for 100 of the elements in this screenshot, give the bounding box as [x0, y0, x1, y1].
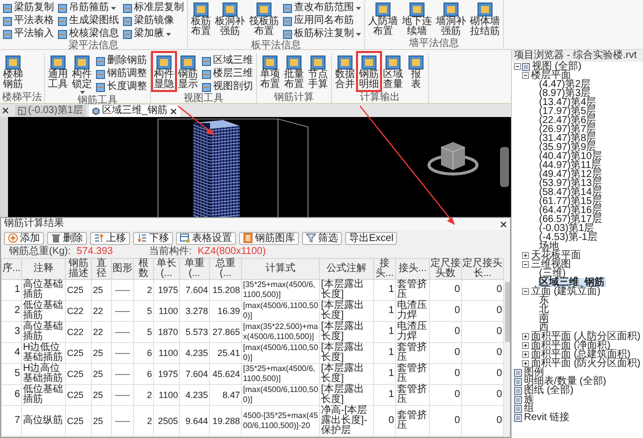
- ribbon-button[interactable]: 报表: [406, 53, 426, 90]
- column-header[interactable]: 直径: [92, 258, 112, 280]
- tree-item[interactable]: (-0.03)第1层: [538, 224, 596, 233]
- tree-item[interactable]: 明细表/数量 (全部): [523, 377, 608, 386]
- column-header[interactable]: 接头...: [374, 258, 396, 280]
- ribbon-button[interactable]: 视图剖切: [201, 81, 254, 93]
- column-header[interactable]: 注释: [22, 258, 66, 280]
- toolbar-button[interactable]: 上移: [90, 232, 130, 244]
- ribbon-button[interactable]: 板筋布置: [190, 0, 212, 37]
- column-header[interactable]: 定尺接头长...: [462, 258, 504, 280]
- tree-item[interactable]: 面积平面 (防火分区面积): [530, 359, 642, 368]
- ribbon-button[interactable]: 构件锁定: [71, 53, 93, 95]
- tree-item[interactable]: 族: [523, 395, 535, 404]
- tree-item[interactable]: 东: [538, 296, 550, 305]
- ribbon-button[interactable]: 钢筋调整: [95, 68, 148, 80]
- ribbon-button[interactable]: 钢筋显示: [177, 53, 199, 90]
- column-header[interactable]: 图形: [112, 258, 134, 280]
- ribbon-button[interactable]: 平法表格: [2, 15, 55, 27]
- tree-item[interactable]: 面积平面 (人防分区面积): [530, 332, 642, 341]
- tree-item[interactable]: (44.97)第11层: [538, 161, 602, 170]
- ribbon-button[interactable]: 通用工具: [47, 53, 69, 90]
- tree-item[interactable]: (-4.53)第-1层: [538, 233, 598, 242]
- ribbon-button[interactable]: 节点手算: [307, 53, 329, 90]
- tree-item[interactable]: (40.47)第10层: [538, 152, 603, 161]
- scrollbar[interactable]: [504, 258, 510, 437]
- expand-icon[interactable]: [522, 360, 529, 367]
- tree-item[interactable]: 区域三维_钢筋: [538, 278, 606, 287]
- tree-item[interactable]: (26.97)第7层: [538, 125, 598, 134]
- tree-item[interactable]: 面积平面 (总建筑面积): [530, 350, 632, 359]
- ribbon-button[interactable]: 批量布置: [283, 53, 305, 90]
- ribbon-button[interactable]: 平法输入: [2, 28, 55, 40]
- column-header[interactable]: 根数: [134, 258, 154, 280]
- column-header[interactable]: 接头...: [396, 258, 430, 280]
- column-header[interactable]: 定尺接头数: [430, 258, 462, 280]
- view-tab[interactable]: (-0.03)第1层: [15, 105, 86, 117]
- close-icon[interactable]: [170, 108, 177, 114]
- expand-icon[interactable]: [522, 333, 529, 340]
- tree-item[interactable]: (64.47)第16层: [538, 206, 603, 215]
- ribbon-button[interactable]: 单项布置: [259, 53, 281, 90]
- toolbar-button[interactable]: 删除: [47, 232, 87, 244]
- tree-item[interactable]: (8.97)第3层: [538, 89, 592, 98]
- column-header[interactable]: 总重(...: [210, 258, 242, 280]
- 3d-viewport[interactable]: [8, 117, 511, 217]
- tree-item[interactable]: (4.47)第2层: [538, 80, 592, 89]
- tree-item[interactable]: (35.97)第9层: [538, 143, 598, 152]
- ribbon-button[interactable]: 梁加腋: [122, 28, 185, 40]
- toolbar-button[interactable]: 添加: [4, 232, 44, 244]
- tree-item[interactable]: (22.47)第6层: [538, 116, 598, 125]
- ribbon-button[interactable]: 筏板筋布置: [248, 0, 280, 37]
- ribbon-button[interactable]: 区域查量: [382, 53, 404, 90]
- close-icon[interactable]: [500, 220, 507, 228]
- tree-item[interactable]: 图例: [523, 368, 545, 377]
- ribbon-button[interactable]: 区域三维: [201, 55, 254, 67]
- tree-item[interactable]: 南: [538, 314, 550, 323]
- ribbon-button[interactable]: 应用同名布筋: [282, 15, 362, 27]
- tree-item[interactable]: (58.47)第14层: [538, 188, 603, 197]
- column-header[interactable]: 钢筋描述: [66, 258, 92, 280]
- ribbon-button[interactable]: 楼梯钢筋: [2, 53, 24, 90]
- tree-item[interactable]: (61.77)第15层: [538, 197, 603, 206]
- tree-item[interactable]: (53.97)第13层: [538, 179, 603, 188]
- tree-item[interactable]: 立面 (建筑立面): [530, 287, 602, 296]
- collapse-icon[interactable]: [522, 261, 529, 268]
- tree-item[interactable]: 天花板平面: [530, 251, 582, 260]
- ribbon-button[interactable]: 墙洞补强筋: [435, 0, 467, 37]
- tree-item[interactable]: (49.47)第12层: [538, 170, 603, 179]
- view-cube-drawing[interactable]: [428, 142, 478, 176]
- ribbon-button[interactable]: 查改布筋范围: [282, 2, 362, 14]
- ribbon-button[interactable]: 梁筋镜像: [122, 15, 185, 27]
- tree-item[interactable]: 北: [538, 305, 550, 314]
- toolbar-button[interactable]: 表格设置: [176, 232, 236, 244]
- ribbon-button[interactable]: 梁筋复制: [2, 2, 55, 14]
- tree-item[interactable]: (31.47)第8层: [538, 134, 598, 143]
- tree-item[interactable]: 楼层平面: [530, 71, 572, 80]
- tree-item[interactable]: 面积平面 (净面积): [530, 341, 612, 350]
- ribbon-button[interactable]: 板洞补强筋: [214, 0, 246, 37]
- toolbar-button[interactable]: 钢筋图库: [239, 232, 299, 244]
- column-header[interactable]: 单重(...: [180, 258, 210, 280]
- ribbon-button[interactable]: 板筋标注复制: [282, 28, 362, 40]
- ribbon-button[interactable]: 构件显隐: [153, 53, 175, 90]
- toolbar-button[interactable]: 下移: [133, 232, 173, 244]
- view-tab[interactable]: 区域三维_钢筋: [89, 105, 180, 117]
- ribbon-button[interactable]: 人防墙布置: [367, 0, 399, 37]
- tree-item[interactable]: 组: [523, 404, 535, 413]
- toolbar-button[interactable]: 导出Excel: [345, 232, 398, 244]
- ribbon-button[interactable]: 数据合并: [334, 53, 356, 90]
- tree-item[interactable]: (17.97)第5层: [538, 107, 598, 116]
- navigation-bar[interactable]: [500, 147, 509, 187]
- collapse-icon[interactable]: [522, 72, 529, 79]
- tree-item[interactable]: 三维视图: [530, 260, 572, 269]
- ribbon-button[interactable]: 砌体墙拉结筋: [469, 0, 501, 37]
- collapse-icon[interactable]: [514, 63, 521, 70]
- ribbon-button[interactable]: 长度调整: [95, 81, 148, 93]
- column-header[interactable]: 公式注解: [320, 258, 374, 280]
- column-header[interactable]: 序...: [2, 258, 22, 280]
- tree-item[interactable]: 场地: [538, 242, 560, 251]
- close-icon[interactable]: [2, 107, 9, 114]
- collapse-icon[interactable]: [522, 288, 529, 295]
- ribbon-button[interactable]: 吊筋箍筋: [57, 2, 120, 14]
- tree-item[interactable]: (13.47)第4层: [538, 98, 598, 107]
- ribbon-button[interactable]: 钢筋明细: [358, 53, 380, 90]
